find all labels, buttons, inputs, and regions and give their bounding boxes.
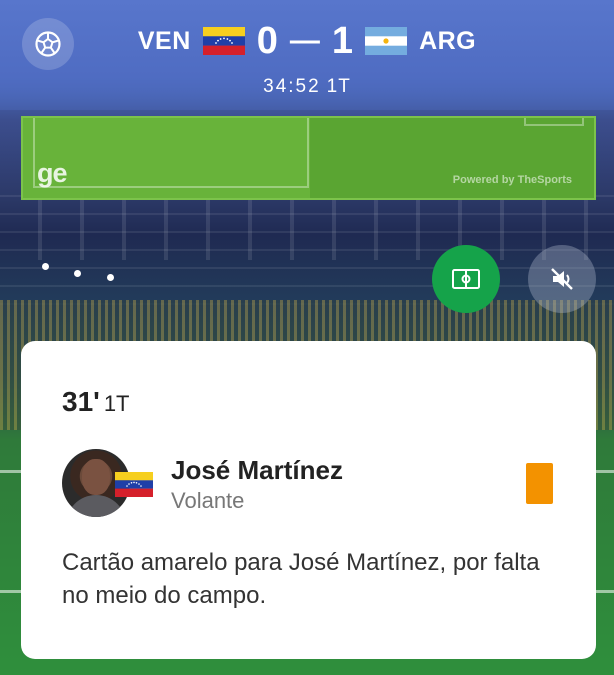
player-shirt: [66, 495, 126, 517]
ge-logo: ge: [37, 158, 67, 188]
loading-dots: [40, 260, 120, 284]
speaker-muted-icon: [551, 268, 573, 290]
match-clock: 34:52 1T: [0, 76, 614, 98]
event-time: 31' 1T: [62, 386, 130, 418]
banner-pitch-half: [310, 118, 594, 198]
ad-banner[interactable]: ge Powered by TheSports: [21, 116, 596, 200]
mute-button[interactable]: [528, 245, 596, 313]
match-period: 1T: [326, 76, 351, 97]
event-card: 31' 1T José Martínez Volante Cartão amare…: [21, 341, 596, 659]
scoreline: VEN 0 — 1 ARG: [0, 18, 614, 64]
home-team-code: VEN: [137, 26, 191, 55]
venezuela-flag-icon: [202, 27, 245, 55]
away-score: 1: [331, 19, 354, 62]
powered-by-label: Powered by TheSports: [452, 174, 572, 186]
yellow-card-icon: [526, 463, 553, 504]
scoreboard-header: VEN 0 — 1 ARG 34:52 1T: [0, 0, 614, 110]
event-description: Cartão amarelo para José Martínez, por f…: [62, 549, 540, 609]
dot: [74, 270, 81, 277]
venezuela-flag-icon: [115, 472, 153, 497]
banner-pitch-box: [524, 118, 584, 126]
score-separator: —: [289, 24, 320, 57]
pitch-view-button[interactable]: [432, 245, 500, 313]
argentina-flag-icon: [365, 27, 408, 55]
dot: [107, 274, 114, 281]
player-face: [82, 459, 110, 495]
banner-pitch-box: [33, 118, 309, 188]
home-score: 0: [256, 19, 278, 62]
player-name: José Martínez: [171, 455, 343, 485]
dot: [42, 263, 49, 270]
player-position: Volante: [171, 488, 245, 513]
match-time: 34:52: [263, 76, 321, 97]
pitch-view-icon: [452, 269, 480, 289]
away-team-code: ARG: [419, 26, 477, 55]
event-minute: 31': [62, 386, 100, 417]
stadium-pillars: [0, 200, 614, 260]
event-period: 1T: [103, 391, 130, 416]
